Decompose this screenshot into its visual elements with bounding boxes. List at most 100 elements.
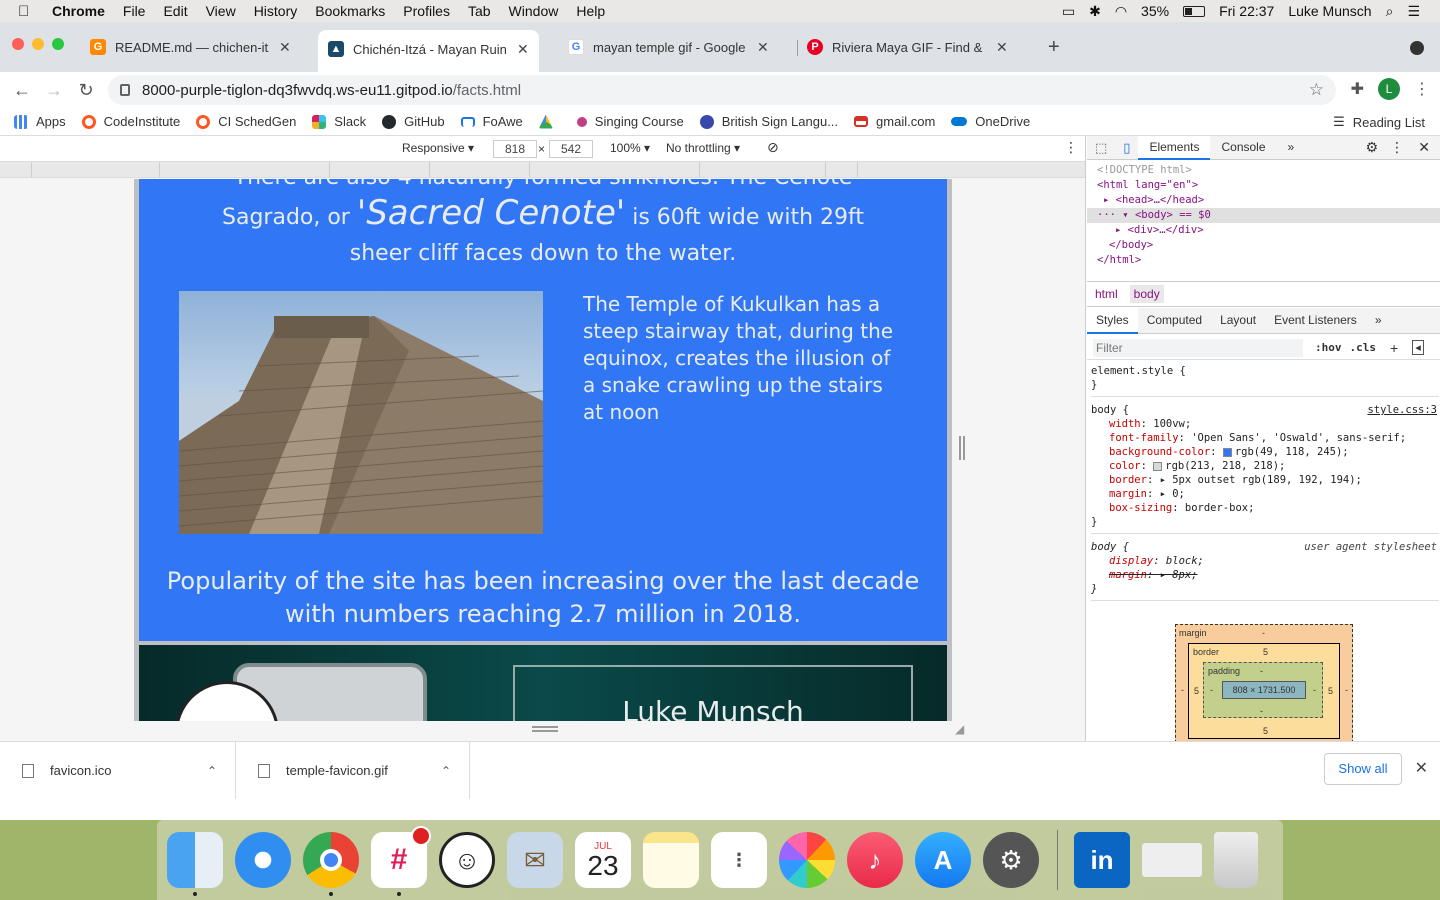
- chrome-icon[interactable]: [303, 832, 359, 896]
- trash-icon[interactable]: [1214, 832, 1258, 888]
- box-border-left[interactable]: 5: [1194, 686, 1199, 696]
- chevron-up-icon[interactable]: ⌃: [441, 764, 451, 778]
- back-arrow-icon[interactable]: ←: [6, 80, 38, 101]
- dom-body-close[interactable]: </body>: [1097, 238, 1440, 253]
- bookmark-star-icon[interactable]: ☆: [1309, 80, 1324, 100]
- reload-icon[interactable]: ↻: [70, 80, 102, 101]
- inspect-element-icon[interactable]: ⬚: [1087, 140, 1115, 156]
- clock[interactable]: Fri 22:37: [1219, 3, 1274, 19]
- tab-pinterest[interactable]: P Riviera Maya GIF - Find & Share ✕: [797, 32, 1018, 62]
- responsive-dropdown[interactable]: Responsive ▾: [402, 141, 474, 155]
- box-border-right[interactable]: 5: [1328, 686, 1333, 696]
- box-padding-left[interactable]: -: [1210, 685, 1213, 695]
- bookmark-singing-course[interactable]: Singing Course: [576, 114, 684, 129]
- show-all-button[interactable]: Show all: [1324, 753, 1402, 785]
- crumb-body[interactable]: body: [1129, 285, 1164, 303]
- user-name[interactable]: Luke Munsch: [1288, 3, 1371, 19]
- dom-html-close[interactable]: </html>: [1097, 253, 1440, 268]
- css-prop-box-sizing[interactable]: box-sizing: border-box;: [1091, 501, 1439, 515]
- tab-console[interactable]: Console: [1210, 136, 1276, 160]
- tab-computed[interactable]: Computed: [1138, 308, 1211, 334]
- bookmark-github[interactable]: GitHub: [382, 114, 445, 129]
- close-tab-icon[interactable]: ✕: [517, 41, 529, 58]
- more-style-tabs-button[interactable]: »: [1366, 308, 1391, 334]
- resize-bottom-handle[interactable]: [532, 726, 558, 732]
- bookmark-foawe[interactable]: FoAwe: [460, 114, 523, 129]
- zoom-dropdown[interactable]: 100% ▾: [610, 141, 650, 155]
- box-padding-right[interactable]: -: [1313, 685, 1316, 695]
- tab-readme[interactable]: G README.md — chichen-itza — ✕: [80, 32, 301, 62]
- smile-icon[interactable]: ☺: [439, 832, 495, 888]
- hov-toggle[interactable]: :hov: [1315, 341, 1342, 354]
- menu-view[interactable]: View: [206, 3, 236, 19]
- css-prop-width[interactable]: width: 100vw;: [1091, 417, 1439, 431]
- control-center-icon[interactable]: ☰: [1407, 3, 1420, 20]
- music-icon[interactable]: ♪: [847, 832, 903, 888]
- profile-avatar[interactable]: L: [1378, 78, 1400, 100]
- box-margin-right[interactable]: -: [1345, 685, 1348, 695]
- minimize-window-button[interactable]: [32, 38, 44, 50]
- app-store-icon[interactable]: A: [915, 832, 971, 888]
- crumb-html[interactable]: html: [1095, 287, 1118, 301]
- menu-edit[interactable]: Edit: [163, 3, 187, 19]
- close-tab-icon[interactable]: ✕: [757, 39, 769, 56]
- tab-elements[interactable]: Elements: [1138, 135, 1211, 160]
- dom-head[interactable]: ▸ <head>…</head>: [1097, 193, 1440, 208]
- menu-profiles[interactable]: Profiles: [403, 3, 450, 19]
- close-devtools-icon[interactable]: ✕: [1418, 139, 1430, 156]
- chrome-window-icon[interactable]: [1142, 843, 1202, 877]
- close-downloads-icon[interactable]: ✕: [1415, 758, 1428, 778]
- bookmark-codeinstitute[interactable]: CodeInstitute: [81, 114, 180, 129]
- body-css-rule[interactable]: body { style.css:3 width: 100vw; font-fa…: [1091, 401, 1439, 534]
- spotlight-search-icon[interactable]: ⌕: [1386, 3, 1394, 20]
- calendar-icon[interactable]: JUL 23: [575, 832, 631, 888]
- menu-window[interactable]: Window: [509, 3, 559, 19]
- new-rule-plus-icon[interactable]: +: [1390, 340, 1398, 356]
- download-item[interactable]: favicon.ico ⌃: [0, 742, 236, 799]
- close-window-button[interactable]: [12, 38, 24, 50]
- element-style-rule[interactable]: element.style { }: [1091, 362, 1439, 397]
- box-border-bottom[interactable]: 5: [1263, 726, 1268, 736]
- devtools-menu-icon[interactable]: ⋮: [1390, 139, 1404, 156]
- box-padding-bottom[interactable]: -: [1260, 706, 1263, 716]
- box-border-top[interactable]: 5: [1263, 647, 1268, 657]
- box-model-diagram[interactable]: margin - - - - border 5 5 5 5 padding - …: [1175, 624, 1353, 758]
- dom-div[interactable]: ▸ <div>…</div>: [1097, 223, 1440, 238]
- airplay-icon[interactable]: ▭: [1062, 3, 1075, 20]
- forward-arrow-icon[interactable]: →: [38, 80, 70, 101]
- color-swatch[interactable]: [1222, 447, 1232, 457]
- css-prop-color[interactable]: color: rgb(213, 218, 218);: [1091, 459, 1439, 473]
- address-bar[interactable]: 8000-purple-tiglon-dq3fwvdq.ws-eu11.gitp…: [108, 75, 1336, 105]
- device-toggle-icon[interactable]: ▯: [1115, 140, 1138, 156]
- finder-icon[interactable]: [167, 832, 223, 896]
- tab-event-listeners[interactable]: Event Listeners: [1265, 308, 1366, 334]
- css-prop-background-color[interactable]: background-color: rgb(49, 118, 245);: [1091, 445, 1439, 459]
- box-margin-left[interactable]: -: [1181, 685, 1184, 695]
- menu-history[interactable]: History: [254, 3, 298, 19]
- safari-icon[interactable]: [235, 832, 291, 888]
- color-swatch[interactable]: [1153, 461, 1163, 471]
- slack-icon[interactable]: #: [371, 826, 431, 896]
- tab-google-search[interactable]: G mayan temple gif - Google Sea ✕: [558, 32, 779, 62]
- css-prop-border[interactable]: border: ▸ 5px outset rgb(189, 192, 194);: [1091, 473, 1439, 487]
- reminders-icon[interactable]: ⋮: [711, 832, 767, 888]
- dom-body-selected[interactable]: ··· ▾ <body> == $0: [1087, 208, 1440, 223]
- mail-stamp-icon[interactable]: ✉: [507, 832, 563, 888]
- user-agent-rule[interactable]: body { user agent stylesheet display: bl…: [1091, 538, 1439, 601]
- bookmark-slack[interactable]: Slack: [312, 114, 366, 129]
- box-content-size[interactable]: 808 × 1731.500: [1222, 681, 1306, 699]
- cls-toggle[interactable]: .cls: [1350, 341, 1377, 354]
- notes-icon[interactable]: [643, 832, 699, 888]
- toggle-sidebar-icon[interactable]: ◂: [1412, 340, 1424, 355]
- menu-file[interactable]: File: [123, 3, 146, 19]
- zoom-window-button[interactable]: [52, 38, 64, 50]
- menu-app-name[interactable]: Chrome: [52, 3, 105, 19]
- bookmark-google-drive[interactable]: [538, 114, 561, 129]
- linkedin-icon[interactable]: in: [1074, 832, 1130, 888]
- viewport-width-input[interactable]: 818: [493, 140, 537, 158]
- new-tab-button[interactable]: +: [1048, 36, 1060, 59]
- settings-gear-icon[interactable]: ⚙: [1365, 139, 1378, 156]
- chevron-up-icon[interactable]: ⌃: [207, 764, 217, 778]
- battery-percent[interactable]: 35%: [1141, 3, 1169, 19]
- apple-icon[interactable]: : [18, 3, 36, 20]
